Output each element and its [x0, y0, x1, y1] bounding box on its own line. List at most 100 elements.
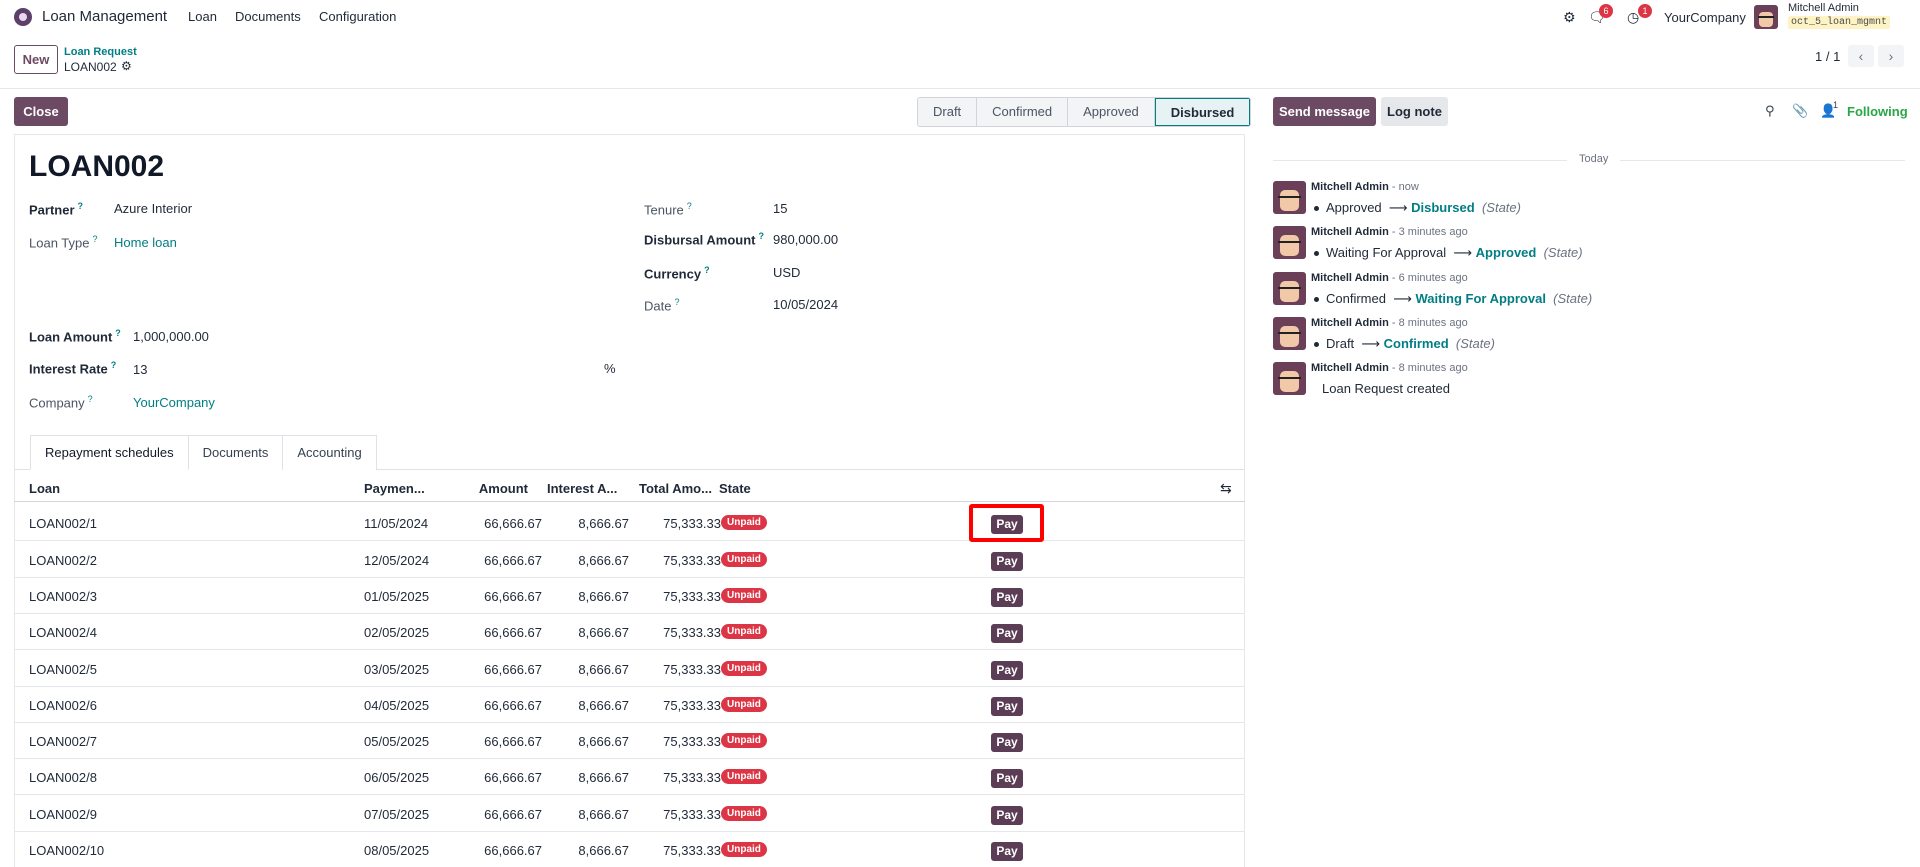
partner-field[interactable]: Azure Interior	[114, 201, 192, 216]
pager-previous-icon[interactable]: ‹	[1848, 45, 1874, 67]
message-body: Loan Request created	[1322, 381, 1450, 396]
message-author[interactable]: Mitchell Admin - 8 minutes ago	[1311, 317, 1468, 329]
pay-button[interactable]: Pay	[991, 842, 1023, 861]
message-body: Confirmed ⟶ Waiting For Approval (State)	[1314, 291, 1592, 307]
status-badge: Unpaid	[721, 733, 767, 748]
record-title[interactable]: LOAN002	[29, 150, 164, 184]
stage-disbursed[interactable]: Disbursed	[1154, 98, 1251, 126]
column-payment-date[interactable]: Paymen...	[364, 481, 425, 496]
table-cell-total: 75,333.33	[663, 698, 721, 713]
currency-field[interactable]: USD	[773, 265, 800, 280]
table-cell-total: 75,333.33	[663, 843, 721, 858]
gear-icon[interactable]: ⚙	[121, 59, 132, 73]
highlight-box	[969, 504, 1044, 542]
company-switcher[interactable]: YourCompany	[1664, 10, 1746, 25]
message-time: - 8 minutes ago	[1391, 317, 1468, 329]
menu-loan[interactable]: Loan	[188, 9, 217, 24]
followers-count: 1	[1833, 100, 1839, 110]
table-cell-loan: LOAN002/8	[29, 770, 97, 785]
log-note-button[interactable]: Log note	[1381, 97, 1448, 126]
breadcrumb-loan-request[interactable]: Loan Request	[64, 46, 137, 58]
day-label: Today	[1567, 153, 1621, 165]
interest-rate-field[interactable]: 13	[133, 362, 147, 377]
message-author[interactable]: Mitchell Admin - now	[1311, 181, 1419, 193]
stage-draft[interactable]: Draft	[918, 98, 978, 126]
table-cell-loan: LOAN002/6	[29, 698, 97, 713]
status-badge: Unpaid	[721, 806, 767, 821]
stage-confirmed[interactable]: Confirmed	[977, 98, 1069, 126]
user-avatar[interactable]	[1754, 5, 1778, 29]
debug-bug-icon[interactable]: ⚙	[1563, 9, 1576, 26]
column-interest-amount[interactable]: Interest A...	[547, 481, 617, 496]
pay-button[interactable]: Pay	[991, 661, 1023, 680]
avatar[interactable]	[1273, 181, 1306, 214]
app-menu-icon[interactable]	[14, 8, 32, 26]
avatar[interactable]	[1273, 362, 1306, 395]
table-row[interactable]: LOAN002/1 11/05/2024 66,666.67 8,666.67 75,3…	[14, 505, 1245, 541]
pay-button[interactable]: Pay	[991, 806, 1023, 825]
pay-button[interactable]: Pay	[991, 624, 1023, 643]
message-body: Waiting For Approval ⟶ Approved (State)	[1314, 245, 1583, 261]
date-label: Date?	[644, 297, 680, 314]
pager-next-icon[interactable]: ›	[1878, 45, 1904, 67]
following-button[interactable]: Following	[1847, 104, 1908, 119]
table-cell-payment-date: 11/05/2024	[364, 516, 429, 531]
tab-repayment-schedules[interactable]: Repayment schedules	[30, 435, 189, 470]
date-field[interactable]: 10/05/2024	[773, 297, 838, 312]
table-cell-loan: LOAN002/4	[29, 625, 97, 640]
loan-type-field[interactable]: Home loan	[114, 235, 177, 250]
column-amount[interactable]: Amount	[438, 481, 528, 496]
pay-button[interactable]: Pay	[991, 552, 1023, 571]
table-cell-payment-date: 06/05/2025	[364, 770, 430, 785]
message-author[interactable]: Mitchell Admin - 8 minutes ago	[1311, 362, 1468, 374]
new-button[interactable]: New	[14, 45, 58, 74]
activity-count-badge: 1	[1638, 4, 1652, 18]
table-row[interactable]: LOAN002/3 01/05/2025 66,666.67 8,666.67 75,3…	[14, 578, 1245, 614]
pay-button[interactable]: Pay	[991, 588, 1023, 607]
search-icon[interactable]: ⚲	[1765, 103, 1775, 119]
menu-documents[interactable]: Documents	[235, 9, 301, 24]
pay-button[interactable]: Pay	[991, 769, 1023, 788]
column-total-amount[interactable]: Total Amo...	[639, 481, 712, 496]
table-cell-payment-date: 05/05/2025	[364, 734, 430, 749]
table-cell-total: 75,333.33	[663, 662, 721, 677]
disbursal-amount-field[interactable]: 980,000.00	[773, 232, 838, 247]
interest-unit: %	[604, 361, 616, 376]
table-row[interactable]: LOAN002/2 12/05/2024 66,666.67 8,666.67 75,3…	[14, 542, 1245, 578]
tab-accounting[interactable]: Accounting	[282, 435, 377, 470]
table-cell-loan: LOAN002/3	[29, 589, 97, 604]
table-row[interactable]: LOAN002/10 08/05/2025 66,666.67 8,666.67 75,…	[14, 832, 1245, 867]
top-navbar: Loan Management Loan Documents Configura…	[0, 0, 1920, 34]
send-message-button[interactable]: Send message	[1273, 97, 1376, 126]
close-button[interactable]: Close	[14, 97, 68, 126]
loan-amount-field[interactable]: 1,000,000.00	[133, 329, 209, 344]
app-name[interactable]: Loan Management	[42, 8, 167, 25]
message-author[interactable]: Mitchell Admin - 3 minutes ago	[1311, 226, 1468, 238]
table-row[interactable]: LOAN002/5 03/05/2025 66,666.67 8,666.67 75,3…	[14, 651, 1245, 687]
attachment-icon[interactable]: 📎	[1792, 103, 1808, 119]
table-row[interactable]: LOAN002/9 07/05/2025 66,666.67 8,666.67 75,3…	[14, 796, 1245, 832]
stage-approved[interactable]: Approved	[1068, 98, 1155, 126]
pay-button[interactable]: Pay	[991, 733, 1023, 752]
message-author[interactable]: Mitchell Admin - 6 minutes ago	[1311, 272, 1468, 284]
pay-button[interactable]: Pay	[991, 697, 1023, 716]
column-loan[interactable]: Loan	[29, 481, 60, 496]
company-field[interactable]: YourCompany	[133, 395, 215, 410]
optional-columns-icon[interactable]: ⇆	[1220, 480, 1232, 497]
avatar[interactable]	[1273, 317, 1306, 350]
tab-documents[interactable]: Documents	[187, 435, 284, 470]
currency-label: Currency?	[644, 265, 710, 282]
user-name[interactable]: Mitchell Admin	[1788, 2, 1859, 14]
status-bar: Draft Confirmed Approved Disbursed	[917, 97, 1252, 127]
pager-value[interactable]: 1 / 1	[1815, 49, 1840, 64]
avatar[interactable]	[1273, 272, 1306, 305]
table-row[interactable]: LOAN002/4 02/05/2025 66,666.67 8,666.67 75,3…	[14, 614, 1245, 650]
status-badge: Unpaid	[721, 661, 767, 676]
table-row[interactable]: LOAN002/8 06/05/2025 66,666.67 8,666.67 75,3…	[14, 759, 1245, 795]
table-row[interactable]: LOAN002/6 04/05/2025 66,666.67 8,666.67 75,3…	[14, 687, 1245, 723]
table-row[interactable]: LOAN002/7 05/05/2025 66,666.67 8,666.67 75,3…	[14, 723, 1245, 759]
column-state[interactable]: State	[719, 481, 751, 496]
tenure-field[interactable]: 15	[773, 201, 787, 216]
menu-configuration[interactable]: Configuration	[319, 9, 396, 24]
avatar[interactable]	[1273, 226, 1306, 259]
